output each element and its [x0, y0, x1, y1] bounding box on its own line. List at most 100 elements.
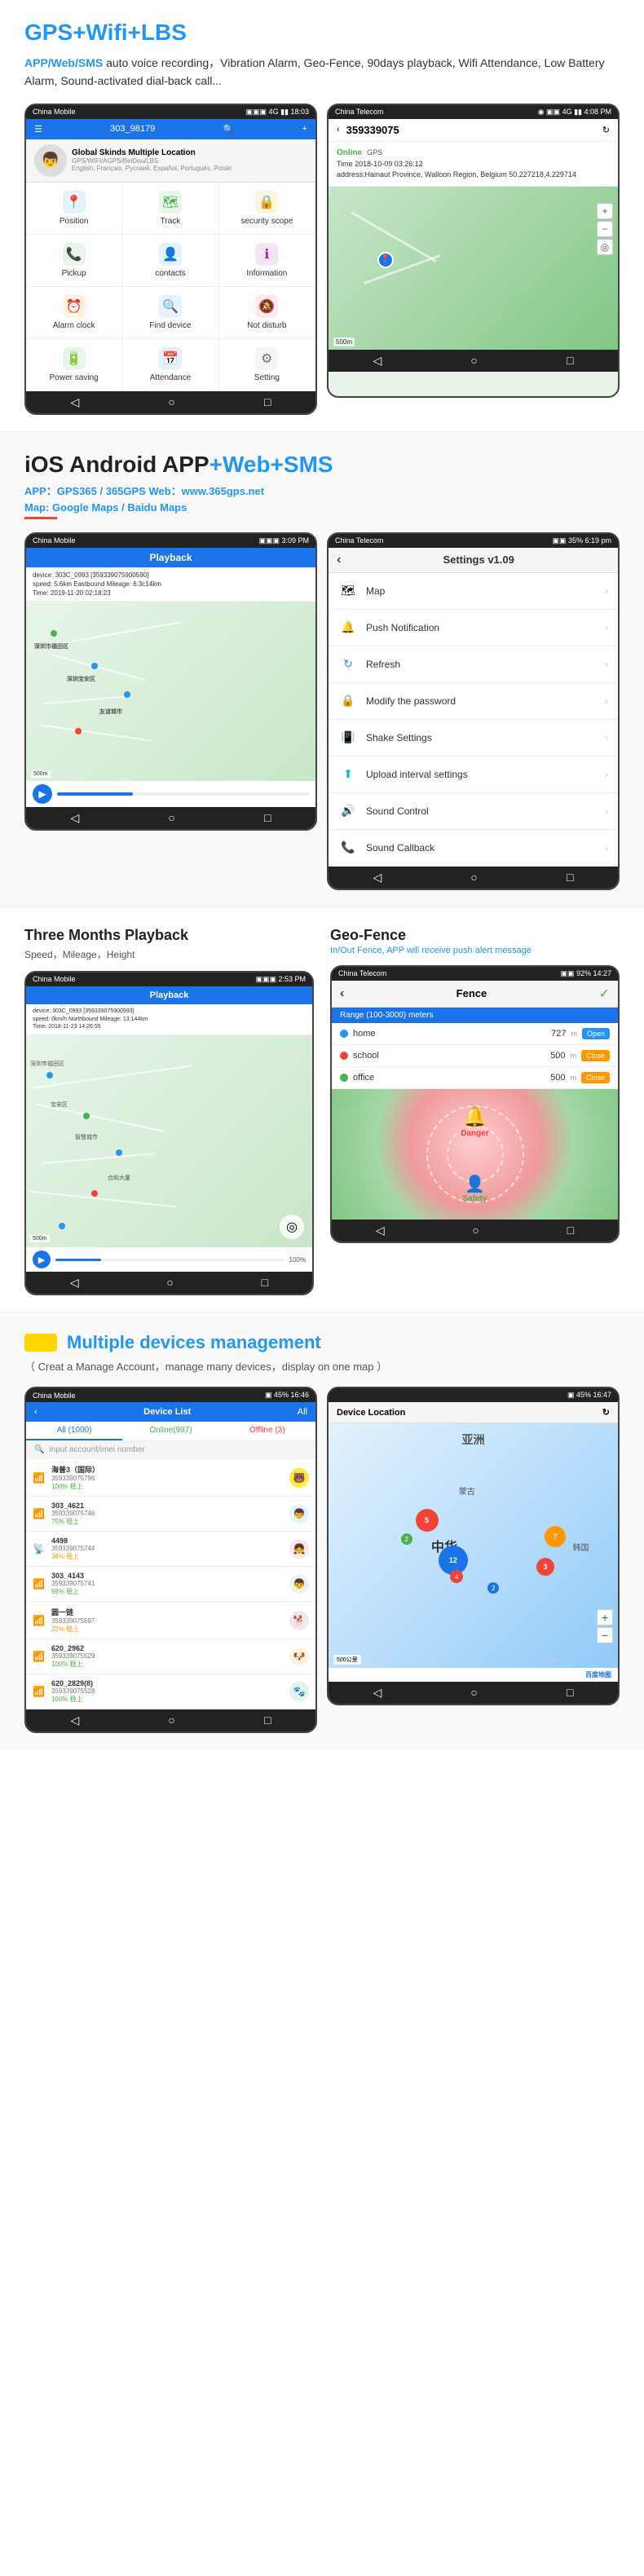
- pb-play-button[interactable]: ▶: [33, 784, 52, 804]
- marker4: [75, 728, 82, 734]
- device-id-2: 359339075746: [51, 1510, 283, 1517]
- menu-find[interactable]: 🔍 Find device: [122, 287, 218, 339]
- device-avatar-3: 👧: [289, 1539, 309, 1559]
- settings-nav-home[interactable]: ○: [470, 871, 477, 884]
- home-action-btn[interactable]: Open: [582, 1028, 610, 1039]
- pb3-road3: [42, 1153, 157, 1164]
- fence-back-btn[interactable]: ‹: [340, 986, 344, 1001]
- time-info: Time 2018-10-09 03:26:12: [337, 159, 610, 170]
- settings-item-callback[interactable]: 📞 Sound Callback ›: [329, 830, 618, 867]
- dl-nav-back[interactable]: ◁: [71, 1714, 80, 1727]
- menu-attendance[interactable]: 📅 Attendance: [122, 339, 218, 391]
- search-placeholder[interactable]: input account/imei number: [49, 1445, 144, 1454]
- app-plus-icon[interactable]: +: [302, 124, 307, 134]
- upload-arrow-icon: ›: [605, 769, 608, 780]
- device-wifi-icon-1: 📶: [33, 1472, 45, 1484]
- dl-nav-recent[interactable]: □: [264, 1714, 271, 1727]
- menu-information[interactable]: ℹ Information: [219, 235, 315, 287]
- map-info-text: Map: Google Maps / Baidu Maps: [24, 501, 187, 514]
- settings-item-refresh[interactable]: ↻ Refresh ›: [329, 646, 618, 683]
- loc-zoom-in[interactable]: +: [597, 1609, 613, 1625]
- tab-all[interactable]: All (1000): [26, 1422, 122, 1440]
- list-item[interactable]: 📶 620_2829(8) 359339075528 100% 稳上 🐾: [26, 1674, 315, 1709]
- nav-back[interactable]: ◁: [71, 395, 80, 409]
- settings-nav-back[interactable]: ◁: [373, 871, 382, 884]
- pb-nav-recent[interactable]: □: [264, 811, 271, 825]
- office-action-btn[interactable]: Close: [581, 1072, 610, 1083]
- settings-item-password[interactable]: 🔒 Modify the password ›: [329, 683, 618, 720]
- dl-back-icon[interactable]: ‹: [34, 1407, 37, 1417]
- marker2: [91, 663, 98, 669]
- menu-power[interactable]: 🔋 Power saving: [26, 339, 122, 391]
- nav-back-r[interactable]: ◁: [373, 354, 382, 368]
- settings-item-upload[interactable]: ⬆ Upload interval settings ›: [329, 756, 618, 793]
- list-item[interactable]: 📶 圆一链 359339075697 22% 稳上 🐕: [26, 1602, 315, 1639]
- nav-recent[interactable]: □: [264, 395, 271, 409]
- nav-home[interactable]: ○: [168, 395, 174, 409]
- menu-alarm[interactable]: ⏰ Alarm clock: [26, 287, 122, 339]
- pb3-progress[interactable]: [55, 1259, 285, 1261]
- dl-nav-home[interactable]: ○: [168, 1714, 174, 1727]
- settings-back-icon[interactable]: ‹: [337, 553, 341, 567]
- nav-recent-r[interactable]: □: [567, 354, 573, 368]
- fence-nav-home[interactable]: ○: [472, 1224, 479, 1237]
- baidu-logo: 百度地图: [585, 1670, 611, 1679]
- search-icon-dl: 🔍: [34, 1445, 44, 1454]
- school-action-btn[interactable]: Close: [581, 1050, 610, 1061]
- tab-online[interactable]: Online(997): [122, 1422, 218, 1440]
- menu-pickup[interactable]: 📞 Pickup: [26, 235, 122, 287]
- location-btn[interactable]: ◎: [597, 239, 613, 255]
- pb3-nav-home[interactable]: ○: [166, 1276, 173, 1290]
- zoom-out-btn[interactable]: −: [597, 221, 613, 237]
- menu-contacts[interactable]: 👤 contacts: [122, 235, 218, 287]
- section3-columns: Three Months Playback Speed，Mileage，Heig…: [24, 927, 620, 1295]
- loc-nav-back[interactable]: ◁: [373, 1686, 382, 1700]
- settings-item-shake[interactable]: 📳 Shake Settings ›: [329, 720, 618, 756]
- refresh-settings-icon: ↻: [338, 655, 358, 674]
- pb-progress-bar[interactable]: [57, 792, 309, 796]
- pb3-city1: 深圳市福田区: [30, 1060, 64, 1068]
- loc-nav-recent[interactable]: □: [567, 1686, 573, 1700]
- settings-item-map[interactable]: 🗺 Map ›: [329, 573, 618, 610]
- tab-offline[interactable]: Offline (3): [219, 1422, 315, 1440]
- back-btn[interactable]: ‹: [337, 125, 340, 135]
- refresh-icon[interactable]: ↻: [602, 125, 610, 135]
- online-status: Online: [337, 147, 362, 159]
- section2-title: iOS Android APP+Web+SMS: [24, 452, 620, 478]
- fence-nav-recent[interactable]: □: [567, 1224, 574, 1237]
- menu-setting[interactable]: ⚙ Setting: [219, 339, 315, 391]
- fence-nav-back[interactable]: ◁: [376, 1224, 385, 1237]
- pb3-play-btn[interactable]: ▶: [33, 1251, 51, 1268]
- pb3-nav-back[interactable]: ◁: [70, 1276, 79, 1290]
- track-label: Track: [161, 217, 181, 226]
- pb3-nav-recent[interactable]: □: [262, 1276, 268, 1290]
- settings-header: ‹ Settings v1.09: [329, 548, 618, 573]
- app-languages: English, Français, Pyccкий, Español, Por…: [72, 165, 232, 172]
- loc-nav-home[interactable]: ○: [470, 1686, 477, 1700]
- fence-header: ‹ Fence ✓: [332, 981, 618, 1008]
- map-road-2: [364, 254, 441, 285]
- settings-item-push[interactable]: 🔔 Push Notification ›: [329, 610, 618, 646]
- list-item[interactable]: 📶 海普3（国际） 359339075796 100% 稳上 🐻: [26, 1459, 315, 1497]
- zoom-in-btn[interactable]: +: [597, 203, 613, 219]
- settings-nav-recent[interactable]: □: [567, 871, 573, 884]
- nav-home-r[interactable]: ○: [470, 354, 477, 368]
- section1-description: APP/Web/SMS auto voice recording，Vibrati…: [24, 54, 620, 90]
- settings-item-sound[interactable]: 🔊 Sound Control ›: [329, 793, 618, 830]
- pb3-gps-btn[interactable]: ◎: [280, 1215, 304, 1239]
- list-item[interactable]: 📶 620_2962 359339075529 100% 稳上 🐶: [26, 1639, 315, 1674]
- menu-position[interactable]: 📍 Position: [26, 183, 122, 235]
- menu-security[interactable]: 🔒 security scope: [219, 183, 315, 235]
- list-item[interactable]: 📶 303_4621 359339075746 75% 稳上 👦: [26, 1497, 315, 1532]
- list-item[interactable]: 📶 303_4143 359339075741 98% 稳上 👦: [26, 1567, 315, 1602]
- loc-zoom-out[interactable]: −: [597, 1627, 613, 1643]
- menu-disturb[interactable]: 🔕 Not disturb: [219, 287, 315, 339]
- list-item[interactable]: 📡 4498 359339075744 38% 稳上 👧: [26, 1532, 315, 1567]
- menu-track[interactable]: 🗺 Track: [122, 183, 218, 235]
- section3-playback: Three Months Playback Speed，Mileage，Heig…: [24, 927, 314, 1295]
- pickup-icon: 📞: [63, 243, 86, 266]
- pb-nav-home[interactable]: ○: [168, 811, 174, 825]
- loc-refresh-icon[interactable]: ↻: [602, 1407, 610, 1418]
- fence-check-icon[interactable]: ✓: [599, 986, 610, 1002]
- pb-nav-back[interactable]: ◁: [71, 811, 80, 825]
